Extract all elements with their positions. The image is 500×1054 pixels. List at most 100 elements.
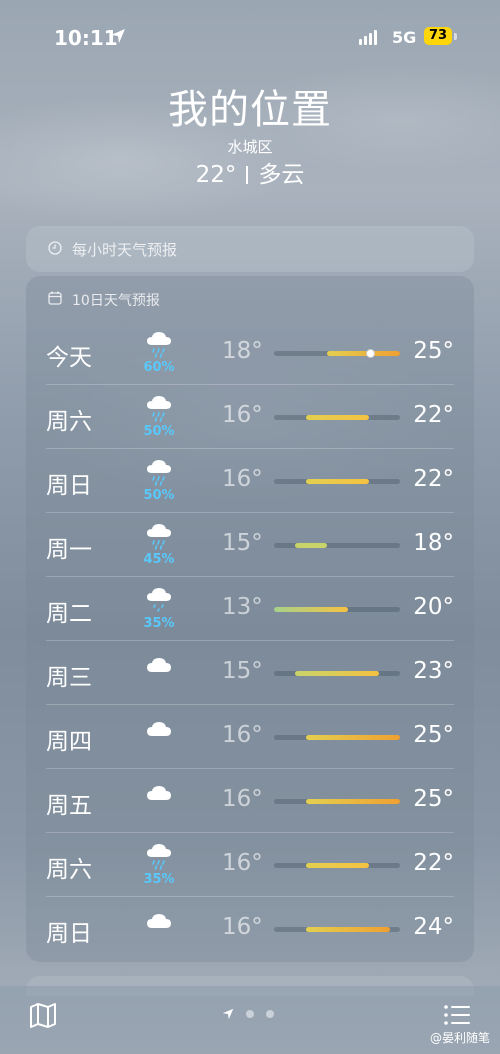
page-indicator[interactable] — [222, 1008, 274, 1020]
page-dot[interactable] — [266, 1010, 274, 1018]
day-label: 周六 — [46, 857, 92, 883]
precip-chance: 45% — [143, 552, 175, 567]
forecast-row[interactable]: 周一 45% 15° 18° — [26, 512, 474, 576]
temp-range-bar — [274, 543, 400, 548]
precip-chance: 50% — [143, 488, 175, 503]
low-temp: 16° — [222, 850, 263, 876]
status-time: 10:11 — [54, 26, 118, 50]
city-name: 我的位置 — [168, 87, 332, 133]
battery-indicator: 73 — [424, 27, 452, 45]
row-divider — [46, 896, 454, 897]
current-temperature: 22° — [195, 162, 237, 188]
temp-range-bar — [274, 863, 400, 868]
forecast-row[interactable]: 周六 35% 16° 22° — [26, 832, 474, 896]
high-temp: 22° — [413, 850, 454, 876]
temp-range-fill — [305, 479, 369, 484]
high-temp: 18° — [413, 530, 454, 556]
forecast-row[interactable]: 周五 16° 25° — [26, 768, 474, 832]
day-label: 周五 — [46, 793, 92, 819]
low-temp: 16° — [222, 466, 263, 492]
current-temp-dot — [365, 349, 375, 358]
day-label: 周一 — [46, 537, 92, 563]
drizzle-cloud-icon — [147, 588, 171, 612]
district-name: 水城区 — [227, 138, 273, 156]
row-divider — [46, 640, 454, 641]
status-bar: 10:11 5G 73 — [0, 24, 500, 54]
high-temp: 25° — [413, 786, 454, 812]
hourly-forecast-card[interactable]: 每小时天气预报 — [26, 226, 474, 272]
low-temp: 18° — [222, 338, 263, 364]
separator — [246, 166, 249, 184]
forecast-row[interactable]: 周六 50% 16° 22° — [26, 384, 474, 448]
low-temp: 16° — [222, 914, 263, 940]
low-temp: 15° — [222, 530, 263, 556]
day-label: 周二 — [46, 601, 92, 627]
day-label: 周日 — [46, 921, 92, 947]
day-label: 今天 — [46, 345, 92, 371]
day-label: 周六 — [46, 409, 92, 435]
precip-chance: 50% — [143, 424, 175, 439]
watermark: @晏利随笔 — [429, 1031, 490, 1045]
low-temp: 16° — [222, 402, 263, 428]
high-temp: 22° — [413, 402, 454, 428]
day-label: 周日 — [46, 473, 92, 499]
temp-range-bar — [274, 479, 400, 484]
location-page-icon[interactable] — [222, 1008, 234, 1020]
cloud-icon — [147, 914, 171, 928]
low-temp: 16° — [222, 722, 263, 748]
forecast-row[interactable]: 周日 50% 16° 22° — [26, 448, 474, 512]
temp-range-bar — [274, 735, 400, 740]
battery-tip — [454, 33, 457, 40]
ten-day-label: 10日天气预报 — [72, 293, 160, 309]
high-temp: 24° — [413, 914, 454, 940]
list-icon[interactable] — [442, 1000, 472, 1030]
rain-cloud-icon — [147, 524, 171, 550]
precip-chance: 35% — [143, 616, 175, 631]
bottom-toolbar: @晏利随笔 — [0, 986, 500, 1054]
forecast-row[interactable]: 周二 35% 13° 20° — [26, 576, 474, 640]
low-temp: 13° — [222, 594, 263, 620]
temp-range-fill — [305, 799, 400, 804]
high-temp: 23° — [413, 658, 454, 684]
rain-cloud-icon — [147, 460, 171, 486]
cloud-icon — [147, 722, 171, 736]
ten-day-header: 10日天气预报 — [48, 290, 160, 309]
forecast-row[interactable]: 周四 16° 25° — [26, 704, 474, 768]
current-condition: 多云 — [258, 162, 305, 188]
network-type: 5G — [392, 28, 417, 47]
row-divider — [46, 768, 454, 769]
row-divider — [46, 448, 454, 449]
rain-cloud-icon — [147, 844, 171, 870]
temp-range-bar — [274, 349, 400, 358]
ten-day-forecast-card[interactable]: 10日天气预报 今天 60% 18° 25° 周六 50% 16° 22° 周日 50% 16° 22… — [26, 276, 474, 962]
temp-range-fill — [305, 927, 390, 932]
row-divider — [46, 384, 454, 385]
low-temp: 16° — [222, 786, 263, 812]
temp-range-fill — [274, 607, 348, 612]
forecast-row[interactable]: 今天 60% 18° 25° — [26, 320, 474, 384]
forecast-row[interactable]: 周日 16° 24° — [26, 896, 474, 960]
precip-chance: 60% — [143, 360, 175, 375]
row-divider — [46, 704, 454, 705]
high-temp: 25° — [413, 338, 454, 364]
precip-chance: 35% — [143, 872, 175, 887]
rain-cloud-icon — [147, 396, 171, 422]
temp-range-fill — [305, 863, 369, 868]
page-dot[interactable] — [246, 1010, 254, 1018]
temp-range-bar — [274, 927, 400, 932]
forecast-row[interactable]: 周三 15° 23° — [26, 640, 474, 704]
clock-icon — [48, 241, 62, 255]
hourly-forecast-label: 每小时天气预报 — [72, 241, 178, 259]
location-arrow-icon — [111, 29, 125, 43]
day-label: 周四 — [46, 729, 92, 755]
temp-range-fill — [295, 671, 379, 676]
map-icon[interactable] — [28, 1000, 58, 1030]
row-divider — [46, 576, 454, 577]
day-label: 周三 — [46, 665, 92, 691]
row-divider — [46, 512, 454, 513]
cloud-icon — [147, 786, 171, 800]
rain-cloud-icon — [147, 332, 171, 358]
temp-range-bar — [274, 671, 400, 676]
high-temp: 22° — [413, 466, 454, 492]
temp-range-bar — [274, 607, 400, 612]
